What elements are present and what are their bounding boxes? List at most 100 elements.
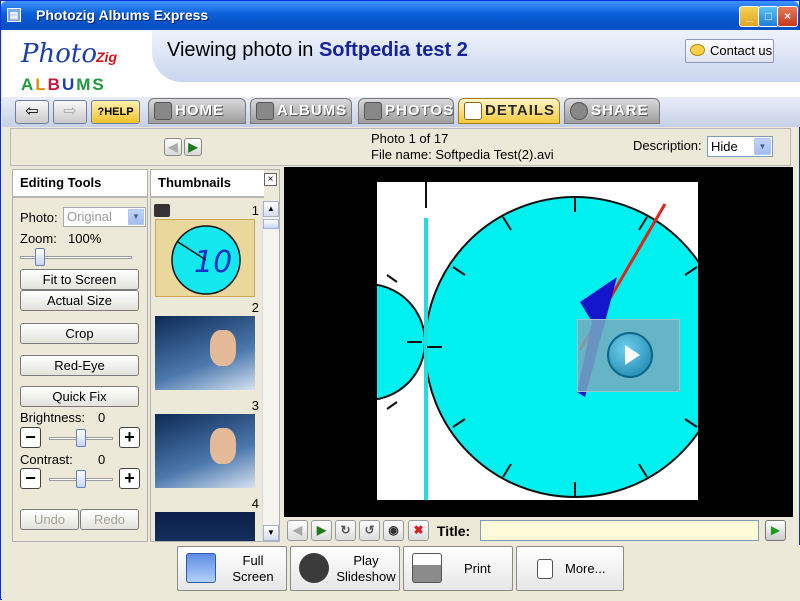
play-slideshow-button[interactable]: Play Slideshow xyxy=(290,546,400,591)
rotate-left-icon[interactable]: ↺ xyxy=(359,520,380,541)
video-camera-icon xyxy=(154,204,170,217)
photo-version-select[interactable]: Original ▼ xyxy=(63,207,146,227)
album-icon xyxy=(256,102,274,120)
tab-home[interactable]: HOME xyxy=(148,98,246,124)
apply-title-button[interactable]: ▶ xyxy=(765,520,786,541)
contact-us-button[interactable]: Contact us xyxy=(685,39,774,63)
help-button[interactable]: ?HELP xyxy=(91,100,140,124)
zoom-value: 100% xyxy=(68,231,102,246)
tab-photos[interactable]: PHOTOS xyxy=(358,98,454,124)
contrast-value: 0 xyxy=(98,452,106,467)
photo-label: Photo: xyxy=(20,210,58,225)
scroll-thumb[interactable] xyxy=(263,219,279,229)
home-icon xyxy=(154,102,172,120)
album-name: Softpedia test 2 xyxy=(318,39,468,61)
quick-fix-button[interactable]: Quick Fix xyxy=(20,386,139,407)
full-screen-button[interactable]: Full Screen xyxy=(177,546,287,591)
red-eye-button[interactable]: Red-Eye xyxy=(20,355,139,376)
thumbnail-item[interactable]: 3 xyxy=(153,398,259,493)
editing-tools-panel: Editing Tools Photo: Original ▼ Zoom: 100… xyxy=(12,169,148,542)
description-select[interactable]: Hide ▼ xyxy=(707,136,773,157)
delete-icon[interactable]: ✖ xyxy=(408,520,429,541)
close-button[interactable]: × xyxy=(777,6,798,27)
fit-to-screen-button[interactable]: Fit to Screen xyxy=(20,269,139,290)
editing-tools-title: Editing Tools xyxy=(13,170,147,198)
photo-viewer: SOFTPEDIA xyxy=(284,167,793,517)
nav-bar: ⇦ ⇨ ?HELP HOME ALBUMS PHOTOS DETAILS SHA… xyxy=(2,97,800,127)
page-title: Viewing photo in Softpedia test 2 xyxy=(167,39,468,61)
close-icon[interactable]: × xyxy=(264,173,277,186)
title-label: Title: xyxy=(437,523,471,539)
minimize-button[interactable]: _ xyxy=(739,6,760,27)
thumbnails-scrollbar[interactable]: ▲ ▼ xyxy=(262,201,279,541)
redo-button[interactable]: Redo xyxy=(80,509,139,530)
thumbnail-caption: 10 xyxy=(194,245,232,280)
print-button[interactable]: Print xyxy=(403,546,513,591)
brightness-increase-button[interactable]: + xyxy=(119,427,140,448)
thumbnail-item[interactable]: 2 xyxy=(153,300,259,395)
person-icon xyxy=(464,102,482,120)
play-video-button[interactable] xyxy=(577,319,680,392)
thumbnail-image xyxy=(155,414,255,488)
tab-albums[interactable]: ALBUMS xyxy=(250,98,352,124)
photozig-logo: Photo Zig ALBUMS xyxy=(16,35,141,97)
thumbnail-number: 4 xyxy=(251,496,259,511)
contrast-increase-button[interactable]: + xyxy=(119,468,140,489)
thumbnail-item[interactable]: 1 10 xyxy=(153,203,259,298)
thumbnail-item[interactable]: 4 xyxy=(153,496,259,541)
video-frame[interactable] xyxy=(377,182,698,500)
film-reel-icon xyxy=(299,553,329,583)
brightness-slider-thumb[interactable] xyxy=(76,429,86,447)
thumbnail-number: 2 xyxy=(251,300,259,315)
thumbnail-image xyxy=(155,316,255,390)
title-input[interactable] xyxy=(480,520,759,541)
app-window: ▤ Photozig Albums Express _ □ × Photo Zi… xyxy=(0,0,800,601)
list-icon xyxy=(537,559,553,579)
app-icon[interactable]: ▤ xyxy=(7,8,21,22)
brightness-label: Brightness: xyxy=(20,410,86,425)
forward-button[interactable]: ⇨ xyxy=(53,100,87,124)
prev-arrow-icon[interactable]: ◀ xyxy=(287,520,308,541)
thumbnail-image xyxy=(155,512,255,541)
window-title: Photozig Albums Express xyxy=(36,7,209,23)
contrast-decrease-button[interactable]: − xyxy=(20,468,41,489)
chevron-down-icon: ▼ xyxy=(754,138,771,155)
file-name: Softpedia Test(2).avi xyxy=(435,147,554,162)
tab-details[interactable]: DETAILS xyxy=(458,98,560,124)
chevron-down-icon: ▼ xyxy=(128,209,144,225)
photo-info: Photo 1 of 17 File name: Softpedia Test(… xyxy=(371,131,554,163)
speech-bubble-icon xyxy=(690,44,705,56)
thumbnails-title: Thumbnails xyxy=(151,170,264,198)
logo-zig: Zig xyxy=(96,49,117,65)
tab-share[interactable]: SHARE xyxy=(564,98,660,124)
contrast-slider[interactable] xyxy=(49,469,113,489)
scroll-up-icon[interactable]: ▲ xyxy=(263,201,279,217)
grid-icon xyxy=(364,102,382,120)
logo-photo: Photo xyxy=(21,39,97,69)
back-button[interactable]: ⇦ xyxy=(15,100,49,124)
prev-photo-button[interactable]: ◀ xyxy=(164,138,182,156)
more-button[interactable]: More... xyxy=(516,546,624,591)
contrast-slider-thumb[interactable] xyxy=(76,470,86,488)
maximize-button[interactable]: □ xyxy=(758,6,779,27)
actual-size-button[interactable]: Actual Size xyxy=(20,290,139,311)
file-name-label: File name: xyxy=(371,147,432,162)
play-icon xyxy=(607,332,653,378)
next-photo-button[interactable]: ▶ xyxy=(184,138,202,156)
zoom-slider[interactable] xyxy=(20,247,132,267)
thumbnail-number: 3 xyxy=(251,398,259,413)
brightness-decrease-button[interactable]: − xyxy=(20,427,41,448)
brightness-value: 0 xyxy=(98,410,106,425)
title-bar[interactable]: ▤ Photozig Albums Express _ □ × xyxy=(1,1,799,30)
crop-button[interactable]: Crop xyxy=(20,323,139,344)
rotate-right-icon[interactable]: ↻ xyxy=(335,520,356,541)
next-arrow-icon[interactable]: ▶ xyxy=(311,520,332,541)
brightness-slider[interactable] xyxy=(49,428,113,448)
scroll-down-icon[interactable]: ▼ xyxy=(263,525,279,541)
zoom-slider-thumb[interactable] xyxy=(35,248,45,266)
thumbnail-number: 1 xyxy=(251,203,259,218)
bottom-action-bar: Full Screen Play Slideshow Print More... xyxy=(2,545,800,601)
eye-icon[interactable]: ◉ xyxy=(383,520,404,541)
app-header: Photo Zig ALBUMS Viewing photo in Softpe… xyxy=(2,30,800,97)
undo-button[interactable]: Undo xyxy=(20,509,79,530)
